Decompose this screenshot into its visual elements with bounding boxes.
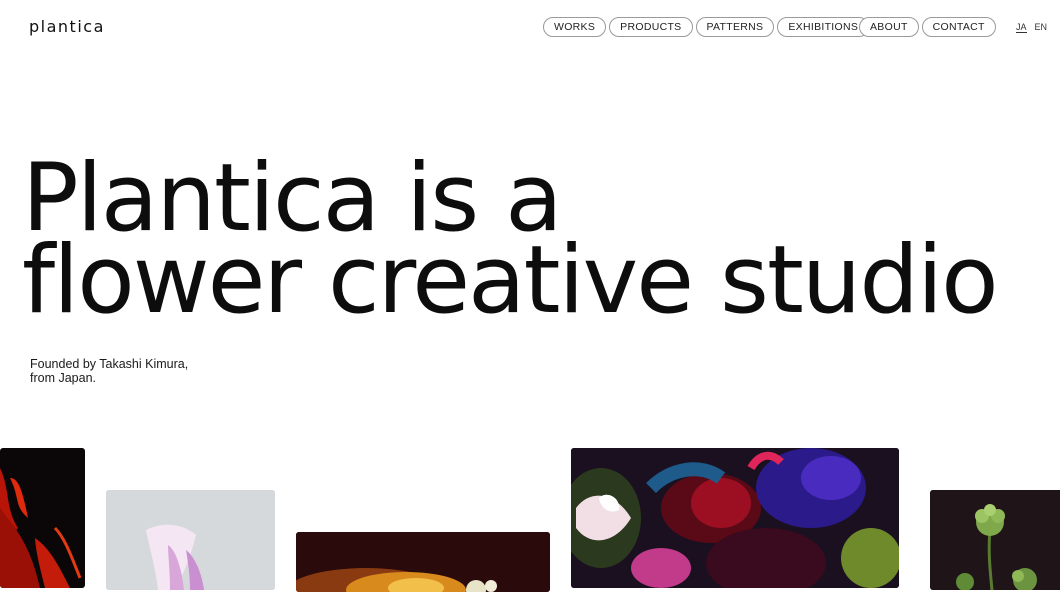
nav-contact-button[interactable]: CONTACT	[921, 17, 996, 37]
gallery-tile-warm-arrangement[interactable]	[296, 532, 550, 592]
lang-ja-link[interactable]: JA	[1016, 22, 1027, 33]
green-buds-image	[930, 490, 1060, 590]
gallery-tile-dark-bouquet[interactable]	[571, 448, 899, 588]
secondary-nav: ABOUT CONTACT	[859, 17, 996, 37]
hero-headline: Plantica is a flower creative studio	[22, 152, 999, 335]
red-lily-image	[0, 468, 82, 588]
gallery-tile-pale-flower[interactable]	[106, 490, 275, 590]
pale-flower-image	[106, 490, 275, 590]
nav-about-button[interactable]: ABOUT	[859, 17, 919, 37]
tagline-line-1: Founded by Takashi Kimura,	[30, 357, 189, 371]
nav-works-button[interactable]: WORKS	[543, 17, 607, 37]
lang-en-link[interactable]: EN	[1035, 22, 1048, 33]
main-nav: WORKS PRODUCTS PATTERNS EXHIBITIONS	[543, 17, 870, 37]
language-switcher: JA EN	[1016, 22, 1047, 33]
warm-arrangement-image	[296, 532, 550, 592]
gallery-tile-green-buds[interactable]	[930, 490, 1060, 590]
brand-logo[interactable]: plantica	[29, 17, 105, 36]
nav-products-button[interactable]: PRODUCTS	[609, 17, 693, 37]
hero-line-2: flower creative studio	[22, 226, 999, 335]
tagline-line-2: from Japan.	[30, 371, 97, 385]
dark-bouquet-image	[571, 448, 899, 588]
gallery-tile-red-lily[interactable]	[0, 448, 85, 588]
tagline: Founded by Takashi Kimura, from Japan.	[30, 357, 230, 385]
nav-exhibitions-button[interactable]: EXHIBITIONS	[777, 17, 870, 37]
nav-patterns-button[interactable]: PATTERNS	[695, 17, 775, 37]
